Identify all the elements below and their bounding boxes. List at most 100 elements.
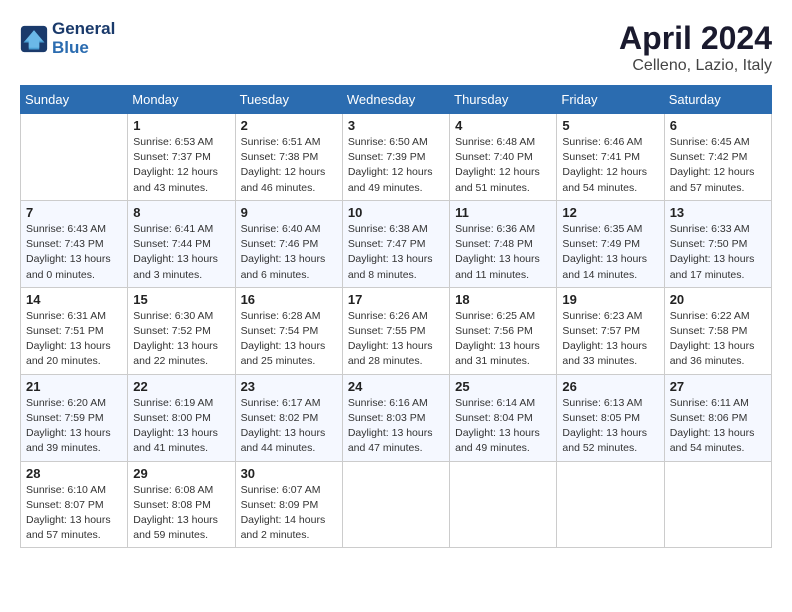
calendar-cell: 3 Sunrise: 6:50 AM Sunset: 7:39 PM Daylig…: [342, 114, 449, 201]
day-number: 21: [26, 379, 122, 394]
cell-details: Sunrise: 6:53 AM Sunset: 7:37 PM Dayligh…: [133, 135, 229, 196]
col-header-wednesday: Wednesday: [342, 86, 449, 114]
cell-details: Sunrise: 6:13 AM Sunset: 8:05 PM Dayligh…: [562, 396, 658, 457]
calendar-cell: 13 Sunrise: 6:33 AM Sunset: 7:50 PM Dayli…: [664, 200, 771, 287]
day-number: 28: [26, 466, 122, 481]
page-header: General Blue April 2024 Celleno, Lazio, …: [20, 20, 772, 75]
cell-details: Sunrise: 6:35 AM Sunset: 7:49 PM Dayligh…: [562, 222, 658, 283]
day-number: 23: [241, 379, 337, 394]
title-block: April 2024 Celleno, Lazio, Italy: [619, 20, 772, 75]
calendar-cell: 4 Sunrise: 6:48 AM Sunset: 7:40 PM Daylig…: [450, 114, 557, 201]
cell-details: Sunrise: 6:07 AM Sunset: 8:09 PM Dayligh…: [241, 483, 337, 544]
cell-details: Sunrise: 6:10 AM Sunset: 8:07 PM Dayligh…: [26, 483, 122, 544]
cell-details: Sunrise: 6:50 AM Sunset: 7:39 PM Dayligh…: [348, 135, 444, 196]
calendar-week-row: 1 Sunrise: 6:53 AM Sunset: 7:37 PM Daylig…: [21, 114, 772, 201]
cell-details: Sunrise: 6:17 AM Sunset: 8:02 PM Dayligh…: [241, 396, 337, 457]
cell-details: Sunrise: 6:48 AM Sunset: 7:40 PM Dayligh…: [455, 135, 551, 196]
day-number: 18: [455, 292, 551, 307]
cell-details: Sunrise: 6:16 AM Sunset: 8:03 PM Dayligh…: [348, 396, 444, 457]
day-number: 11: [455, 205, 551, 220]
day-number: 2: [241, 118, 337, 133]
day-number: 16: [241, 292, 337, 307]
calendar-week-row: 7 Sunrise: 6:43 AM Sunset: 7:43 PM Daylig…: [21, 200, 772, 287]
calendar-cell: 20Sunrise: 6:22 AM Sunset: 7:58 PM Dayli…: [664, 287, 771, 374]
calendar-cell: [342, 461, 449, 548]
cell-details: Sunrise: 6:31 AM Sunset: 7:51 PM Dayligh…: [26, 309, 122, 370]
calendar-cell: 10Sunrise: 6:38 AM Sunset: 7:47 PM Dayli…: [342, 200, 449, 287]
cell-details: Sunrise: 6:38 AM Sunset: 7:47 PM Dayligh…: [348, 222, 444, 283]
day-number: 4: [455, 118, 551, 133]
day-number: 24: [348, 379, 444, 394]
calendar-cell: 16 Sunrise: 6:28 AM Sunset: 7:54 PM Dayli…: [235, 287, 342, 374]
calendar-cell: 21Sunrise: 6:20 AM Sunset: 7:59 PM Dayli…: [21, 374, 128, 461]
calendar-week-row: 14Sunrise: 6:31 AM Sunset: 7:51 PM Dayli…: [21, 287, 772, 374]
col-header-friday: Friday: [557, 86, 664, 114]
calendar-cell: 7 Sunrise: 6:43 AM Sunset: 7:43 PM Daylig…: [21, 200, 128, 287]
calendar-cell: 25Sunrise: 6:14 AM Sunset: 8:04 PM Dayli…: [450, 374, 557, 461]
cell-details: Sunrise: 6:23 AM Sunset: 7:57 PM Dayligh…: [562, 309, 658, 370]
calendar-table: SundayMondayTuesdayWednesdayThursdayFrid…: [20, 85, 772, 548]
day-number: 17: [348, 292, 444, 307]
calendar-cell: 1 Sunrise: 6:53 AM Sunset: 7:37 PM Daylig…: [128, 114, 235, 201]
calendar-week-row: 21Sunrise: 6:20 AM Sunset: 7:59 PM Dayli…: [21, 374, 772, 461]
day-number: 6: [670, 118, 766, 133]
calendar-cell: 9 Sunrise: 6:40 AM Sunset: 7:46 PM Daylig…: [235, 200, 342, 287]
col-header-thursday: Thursday: [450, 86, 557, 114]
day-number: 3: [348, 118, 444, 133]
logo-text: General Blue: [52, 20, 115, 57]
cell-details: Sunrise: 6:14 AM Sunset: 8:04 PM Dayligh…: [455, 396, 551, 457]
calendar-cell: 24 Sunrise: 6:16 AM Sunset: 8:03 PM Dayli…: [342, 374, 449, 461]
cell-details: Sunrise: 6:19 AM Sunset: 8:00 PM Dayligh…: [133, 396, 229, 457]
cell-details: Sunrise: 6:28 AM Sunset: 7:54 PM Dayligh…: [241, 309, 337, 370]
logo: General Blue: [20, 20, 115, 57]
calendar-cell: 14Sunrise: 6:31 AM Sunset: 7:51 PM Dayli…: [21, 287, 128, 374]
col-header-sunday: Sunday: [21, 86, 128, 114]
cell-details: Sunrise: 6:25 AM Sunset: 7:56 PM Dayligh…: [455, 309, 551, 370]
calendar-cell: 28 Sunrise: 6:10 AM Sunset: 8:07 PM Dayli…: [21, 461, 128, 548]
cell-details: Sunrise: 6:30 AM Sunset: 7:52 PM Dayligh…: [133, 309, 229, 370]
cell-details: Sunrise: 6:43 AM Sunset: 7:43 PM Dayligh…: [26, 222, 122, 283]
cell-details: Sunrise: 6:26 AM Sunset: 7:55 PM Dayligh…: [348, 309, 444, 370]
location: Celleno, Lazio, Italy: [619, 57, 772, 75]
col-header-saturday: Saturday: [664, 86, 771, 114]
calendar-cell: 12 Sunrise: 6:35 AM Sunset: 7:49 PM Dayli…: [557, 200, 664, 287]
cell-details: Sunrise: 6:36 AM Sunset: 7:48 PM Dayligh…: [455, 222, 551, 283]
calendar-cell: [664, 461, 771, 548]
day-number: 22: [133, 379, 229, 394]
cell-details: Sunrise: 6:40 AM Sunset: 7:46 PM Dayligh…: [241, 222, 337, 283]
cell-details: Sunrise: 6:11 AM Sunset: 8:06 PM Dayligh…: [670, 396, 766, 457]
cell-details: Sunrise: 6:22 AM Sunset: 7:58 PM Dayligh…: [670, 309, 766, 370]
day-number: 26: [562, 379, 658, 394]
cell-details: Sunrise: 6:08 AM Sunset: 8:08 PM Dayligh…: [133, 483, 229, 544]
day-number: 7: [26, 205, 122, 220]
calendar-cell: 27 Sunrise: 6:11 AM Sunset: 8:06 PM Dayli…: [664, 374, 771, 461]
day-number: 12: [562, 205, 658, 220]
calendar-cell: [557, 461, 664, 548]
day-number: 30: [241, 466, 337, 481]
calendar-cell: [21, 114, 128, 201]
day-number: 1: [133, 118, 229, 133]
day-number: 27: [670, 379, 766, 394]
day-number: 13: [670, 205, 766, 220]
calendar-cell: [450, 461, 557, 548]
day-number: 15: [133, 292, 229, 307]
cell-details: Sunrise: 6:45 AM Sunset: 7:42 PM Dayligh…: [670, 135, 766, 196]
calendar-cell: 19 Sunrise: 6:23 AM Sunset: 7:57 PM Dayli…: [557, 287, 664, 374]
calendar-cell: 29 Sunrise: 6:08 AM Sunset: 8:08 PM Dayli…: [128, 461, 235, 548]
calendar-cell: 5Sunrise: 6:46 AM Sunset: 7:41 PM Daylig…: [557, 114, 664, 201]
calendar-week-row: 28 Sunrise: 6:10 AM Sunset: 8:07 PM Dayli…: [21, 461, 772, 548]
day-number: 29: [133, 466, 229, 481]
calendar-cell: 2Sunrise: 6:51 AM Sunset: 7:38 PM Daylig…: [235, 114, 342, 201]
calendar-cell: 18 Sunrise: 6:25 AM Sunset: 7:56 PM Dayli…: [450, 287, 557, 374]
calendar-cell: 30 Sunrise: 6:07 AM Sunset: 8:09 PM Dayli…: [235, 461, 342, 548]
cell-details: Sunrise: 6:46 AM Sunset: 7:41 PM Dayligh…: [562, 135, 658, 196]
calendar-cell: 23 Sunrise: 6:17 AM Sunset: 8:02 PM Dayli…: [235, 374, 342, 461]
calendar-cell: 17 Sunrise: 6:26 AM Sunset: 7:55 PM Dayli…: [342, 287, 449, 374]
day-number: 9: [241, 205, 337, 220]
calendar-cell: 11 Sunrise: 6:36 AM Sunset: 7:48 PM Dayli…: [450, 200, 557, 287]
calendar-cell: 22 Sunrise: 6:19 AM Sunset: 8:00 PM Dayli…: [128, 374, 235, 461]
cell-details: Sunrise: 6:33 AM Sunset: 7:50 PM Dayligh…: [670, 222, 766, 283]
col-header-tuesday: Tuesday: [235, 86, 342, 114]
calendar-cell: 26 Sunrise: 6:13 AM Sunset: 8:05 PM Dayli…: [557, 374, 664, 461]
day-number: 19: [562, 292, 658, 307]
